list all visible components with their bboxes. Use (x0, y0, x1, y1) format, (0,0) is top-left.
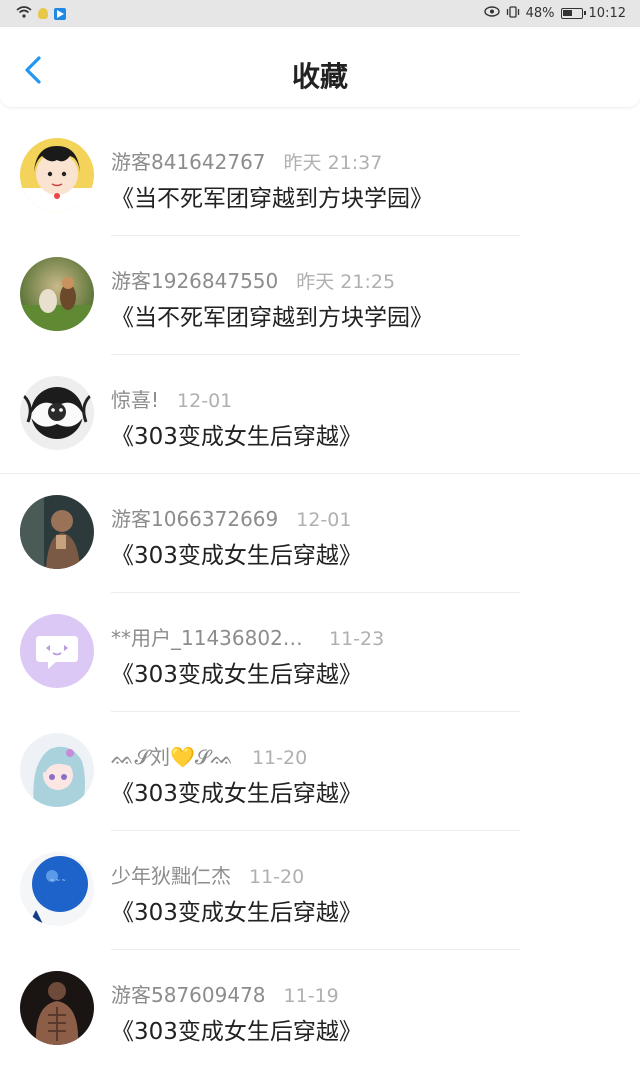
item-meta: **用户_114368027... 11-23 (111, 622, 384, 651)
app-notification-icon (54, 7, 66, 20)
status-right: 48% 10:12 (483, 5, 626, 22)
work-title[interactable]: 《303变成女生后穿越》 (111, 1012, 362, 1046)
timestamp: 昨天 21:37 (283, 152, 383, 174)
list-item[interactable]: 游客841642767 昨天 21:37 《当不死军团穿越到方块学园》 (0, 117, 640, 236)
avatar[interactable] (20, 257, 94, 331)
page-title: 收藏 (291, 60, 348, 93)
app-header: 收藏 (0, 27, 640, 107)
item-meta: 游客1926847550 昨天 21:25 (111, 265, 395, 294)
vibrate-icon (506, 5, 520, 22)
bulb-icon (38, 8, 48, 19)
work-title[interactable]: 《303变成女生后穿越》 (111, 774, 362, 808)
timestamp: 12-01 (296, 509, 352, 531)
work-title[interactable]: 《303变成女生后穿越》 (111, 893, 362, 927)
status-bar: 48% 10:12 (0, 0, 640, 27)
timestamp: 11-20 (249, 866, 305, 888)
work-title[interactable]: 《303变成女生后穿越》 (111, 655, 362, 689)
timestamp: 11-20 (251, 747, 308, 769)
user-name[interactable]: 游客1926847550 (111, 265, 278, 294)
avatar[interactable] (20, 495, 94, 569)
list-item[interactable]: ᨐ𝓢刘💛𝓢ᨐ 11-20 《303变成女生后穿越》 (0, 712, 640, 831)
avatar[interactable] (20, 733, 94, 807)
eye-icon (483, 6, 500, 21)
list-item[interactable]: 游客587609478 11-19 《303变成女生后穿越》 (0, 950, 640, 1067)
list-item[interactable]: **用户_114368027... 11-23 《303变成女生后穿越》 (0, 593, 640, 712)
svg-text:~ ~ ~: ~ ~ ~ (50, 878, 66, 884)
user-name[interactable]: 少年狄黜仁杰 (111, 860, 231, 889)
work-title[interactable]: 《当不死军团穿越到方块学园》 (111, 298, 433, 332)
timestamp: 12-01 (177, 390, 233, 412)
clock: 10:12 (588, 6, 626, 21)
work-title[interactable]: 《303变成女生后穿越》 (111, 536, 362, 570)
avatar[interactable] (20, 376, 94, 450)
item-meta: 惊喜! 12-01 (111, 384, 232, 413)
avatar[interactable] (20, 138, 94, 212)
user-name[interactable]: 惊喜! (111, 384, 159, 413)
user-name[interactable]: 游客1066372669 (111, 503, 278, 532)
list-item[interactable]: 惊喜! 12-01 《303变成女生后穿越》 (0, 355, 640, 474)
item-meta: 游客841642767 昨天 21:37 (111, 146, 382, 175)
list-item[interactable]: ~ ~ ~ 少年狄黜仁杰 11-20 《303变成女生后穿越》 (0, 831, 640, 950)
timestamp: 11-23 (329, 628, 385, 650)
work-title[interactable]: 《当不死军团穿越到方块学园》 (111, 179, 433, 213)
avatar[interactable]: ~ ~ ~ (20, 852, 94, 926)
user-name[interactable]: ᨐ𝓢刘💛𝓢ᨐ (111, 741, 234, 770)
timestamp: 11-19 (283, 985, 339, 1007)
wifi-icon (16, 5, 32, 22)
user-name[interactable]: 游客587609478 (111, 979, 266, 1008)
timestamp: 昨天 21:25 (296, 271, 396, 293)
user-name[interactable]: **用户_114368027... (111, 622, 311, 651)
work-title[interactable]: 《303变成女生后穿越》 (111, 417, 362, 451)
item-meta: 游客587609478 11-19 (111, 979, 339, 1008)
item-meta: 少年狄黜仁杰 11-20 (111, 860, 304, 889)
favorites-list: 游客841642767 昨天 21:37 《当不死军团穿越到方块学园》 游客19… (0, 117, 640, 1067)
list-item[interactable]: 游客1926847550 昨天 21:25 《当不死军团穿越到方块学园》 (0, 236, 640, 355)
list-item[interactable]: 游客1066372669 12-01 《303变成女生后穿越》 (0, 474, 640, 593)
battery-percent: 48% (525, 6, 555, 21)
user-name[interactable]: 游客841642767 (111, 146, 266, 175)
battery-icon (560, 8, 586, 19)
avatar[interactable] (20, 614, 94, 688)
item-meta: ᨐ𝓢刘💛𝓢ᨐ 11-20 (111, 741, 307, 770)
item-meta: 游客1066372669 12-01 (111, 503, 351, 532)
status-left (16, 5, 66, 22)
avatar[interactable] (20, 971, 94, 1045)
